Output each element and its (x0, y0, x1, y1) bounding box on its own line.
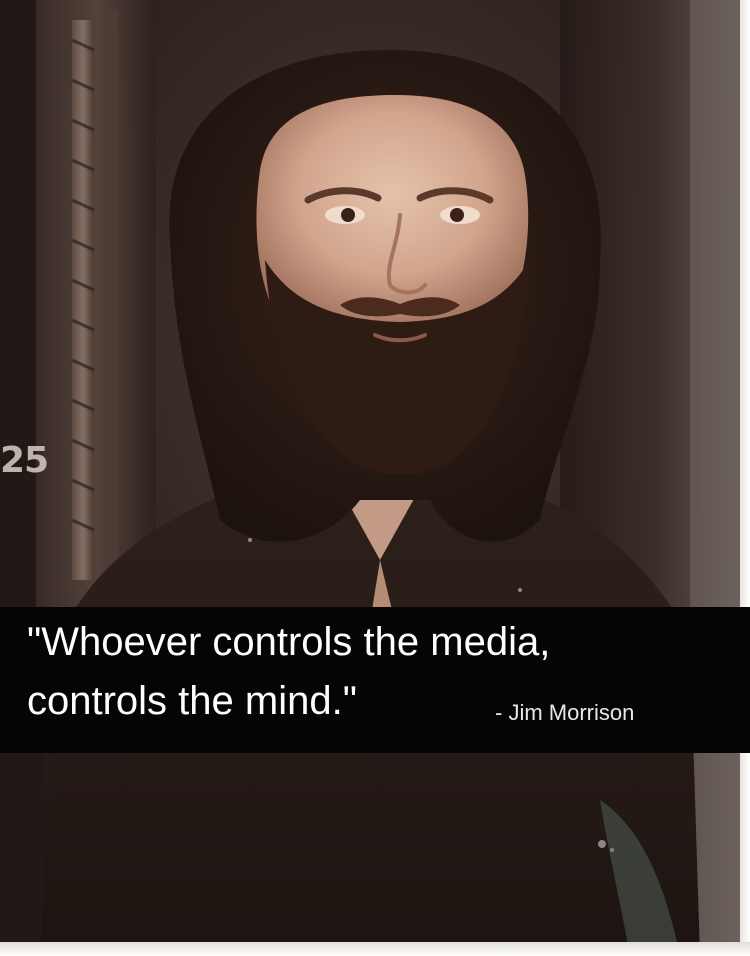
film-frame-number: 25 (0, 440, 49, 481)
portrait-photo (0, 0, 750, 956)
quote-image: 25 "Whoever controls the media, controls… (0, 0, 750, 956)
photo-right-edge (740, 0, 750, 956)
quote-attribution: - Jim Morrison (495, 700, 635, 725)
photo-bottom-edge (0, 942, 750, 956)
quote-line-1: "Whoever controls the media, (27, 620, 551, 664)
quote-line-2: controls the mind." (27, 679, 357, 723)
